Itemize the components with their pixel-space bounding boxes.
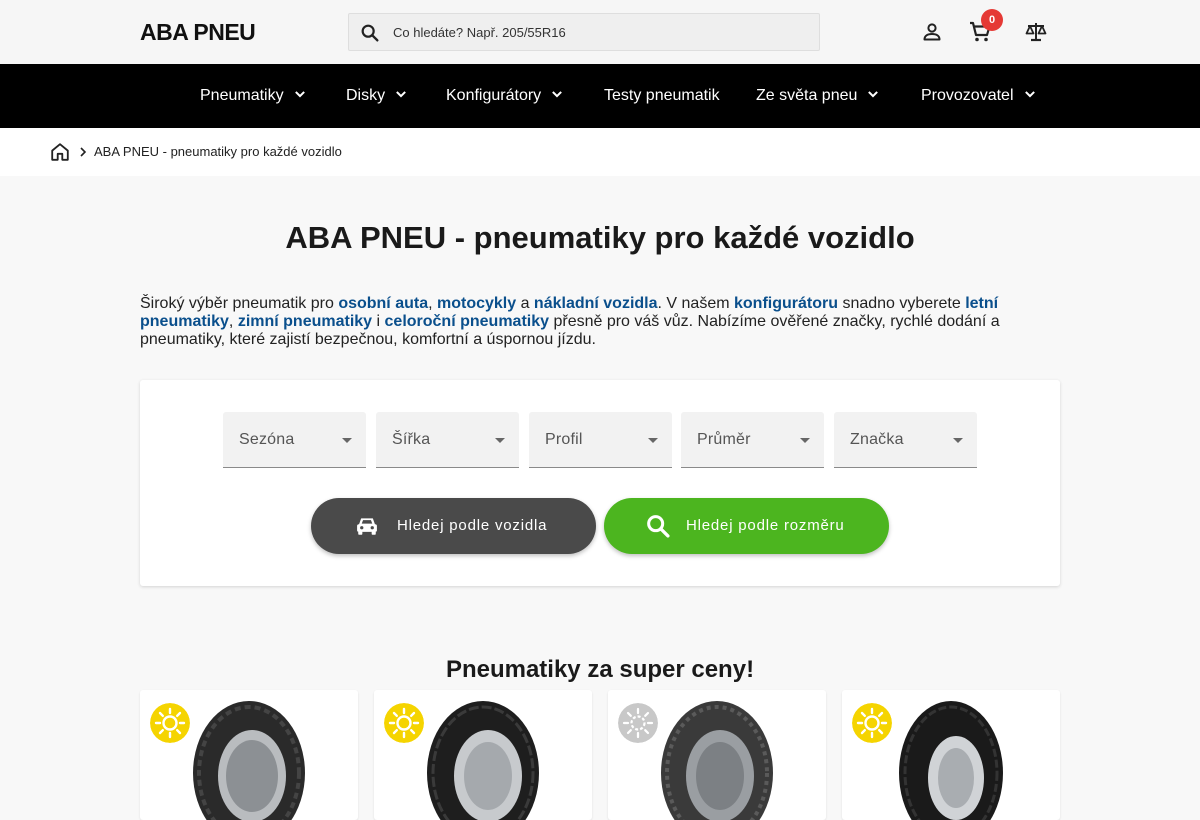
- nav-item-label: Konfigurátory: [446, 87, 542, 104]
- tyre-image: [661, 701, 773, 820]
- account-icon[interactable]: [920, 20, 944, 44]
- nav-item-provozovatel[interactable]: Provozovatel: [921, 64, 1040, 128]
- dropdown-arrow-icon: [495, 438, 505, 443]
- intro-text: a: [516, 295, 534, 312]
- sun-icon: [852, 703, 892, 743]
- select-label: Průměr: [697, 431, 751, 448]
- search-icon: [647, 515, 670, 538]
- nav-item-pneumatiky[interactable]: Pneumatiky: [200, 64, 310, 128]
- chevron-down-icon: [868, 91, 879, 98]
- product-card[interactable]: [374, 690, 592, 820]
- link-motocykly[interactable]: motocykly: [437, 295, 516, 312]
- product-card[interactable]: [608, 690, 826, 820]
- snow-sun-icon: [618, 703, 658, 743]
- nav-item-label: Provozovatel: [921, 87, 1014, 104]
- intro-text: ,: [428, 295, 437, 312]
- tyre-image: [899, 701, 1003, 820]
- search-input[interactable]: [393, 14, 813, 50]
- tyre-image: [193, 701, 305, 820]
- dropdown-arrow-icon: [342, 438, 352, 443]
- search-bar[interactable]: [348, 13, 820, 51]
- select-label: Značka: [850, 431, 904, 448]
- diameter-select[interactable]: Průměr: [681, 412, 824, 468]
- nav-item-ze-sveta-pneu[interactable]: Ze světa pneu: [756, 64, 883, 128]
- sun-icon: [150, 703, 190, 743]
- intro-text: i: [372, 313, 385, 330]
- chevron-down-icon: [552, 91, 563, 98]
- car-icon: [357, 518, 377, 535]
- nav-item-label: Ze světa pneu: [756, 87, 858, 104]
- season-select[interactable]: Sezóna: [223, 412, 366, 468]
- breadcrumb: ABA PNEU - pneumatiky pro každé vozidlo: [0, 128, 1200, 176]
- main-nav: Pneumatiky Disky Konfigurátory Testy pne…: [0, 64, 1200, 128]
- search-by-vehicle-button[interactable]: Hledej podle vozidla: [311, 498, 596, 554]
- chevron-down-icon: [396, 91, 406, 98]
- width-select[interactable]: Šířka: [376, 412, 519, 468]
- nav-item-konfiguratory[interactable]: Konfigurátory: [446, 64, 567, 128]
- link-osobni-auta[interactable]: osobní auta: [338, 295, 428, 312]
- nav-item-label: Testy pneumatik: [604, 87, 720, 104]
- brand-select[interactable]: Značka: [834, 412, 977, 468]
- nav-item-label: Pneumatiky: [200, 87, 284, 104]
- breadcrumb-current: ABA PNEU - pneumatiky pro každé vozidlo: [94, 144, 342, 159]
- search-icon[interactable]: [359, 22, 381, 44]
- select-label: Šířka: [392, 431, 431, 448]
- cart-count-badge: 0: [981, 9, 1003, 31]
- nav-item-testy-pneumatik[interactable]: Testy pneumatik: [604, 64, 720, 128]
- dropdown-arrow-icon: [800, 438, 810, 443]
- page-title: ABA PNEU - pneumatiky pro každé vozidlo: [285, 220, 915, 255]
- deals-title: Pneumatiky za super ceny!: [445, 656, 755, 683]
- link-zimni-pneumatiky[interactable]: zimní pneumatiky: [238, 313, 372, 330]
- chevron-down-icon: [294, 91, 305, 98]
- dropdown-arrow-icon: [648, 438, 658, 443]
- tyre-image: [427, 701, 539, 820]
- intro-text: snadno vyberete: [838, 295, 966, 312]
- nav-item-disky[interactable]: Disky: [346, 64, 411, 128]
- chevron-right-icon: [80, 147, 87, 157]
- dropdown-arrow-icon: [953, 438, 963, 443]
- product-card[interactable]: [140, 690, 358, 820]
- sun-icon: [384, 703, 424, 743]
- nav-item-label: Disky: [346, 87, 386, 104]
- search-by-size-button[interactable]: Hledej podle rozměru: [604, 498, 889, 554]
- intro-text: . V našem: [657, 295, 734, 312]
- link-nakladni-vozidla[interactable]: nákladní vozidla: [534, 295, 658, 312]
- link-celorocni-pneumatiky[interactable]: celoroční pneumatiky: [385, 313, 550, 330]
- select-label: Profil: [545, 431, 583, 448]
- intro-text: ,: [228, 313, 238, 330]
- intro-text: Široký výběr pneumatik pro: [140, 295, 339, 312]
- product-card[interactable]: [842, 690, 1060, 820]
- button-label: Hledej podle rozměru: [686, 517, 845, 534]
- tyre-search-card: Sezóna Šířka Profil Průměr Značka Hledej…: [140, 380, 1060, 586]
- intro-paragraph: Široký výběr pneumatik pro osobní auta, …: [140, 295, 1020, 349]
- compare-scale-icon[interactable]: [1024, 20, 1048, 44]
- profile-select[interactable]: Profil: [529, 412, 672, 468]
- select-label: Sezóna: [239, 431, 295, 448]
- button-label: Hledej podle vozidla: [397, 517, 548, 534]
- chevron-down-icon: [1024, 91, 1035, 98]
- site-logo[interactable]: ABA PNEU: [140, 19, 256, 45]
- top-header: ABA PNEU 0: [0, 0, 1200, 64]
- home-icon[interactable]: [49, 141, 71, 163]
- link-konfigurator[interactable]: konfigurátoru: [734, 295, 838, 312]
